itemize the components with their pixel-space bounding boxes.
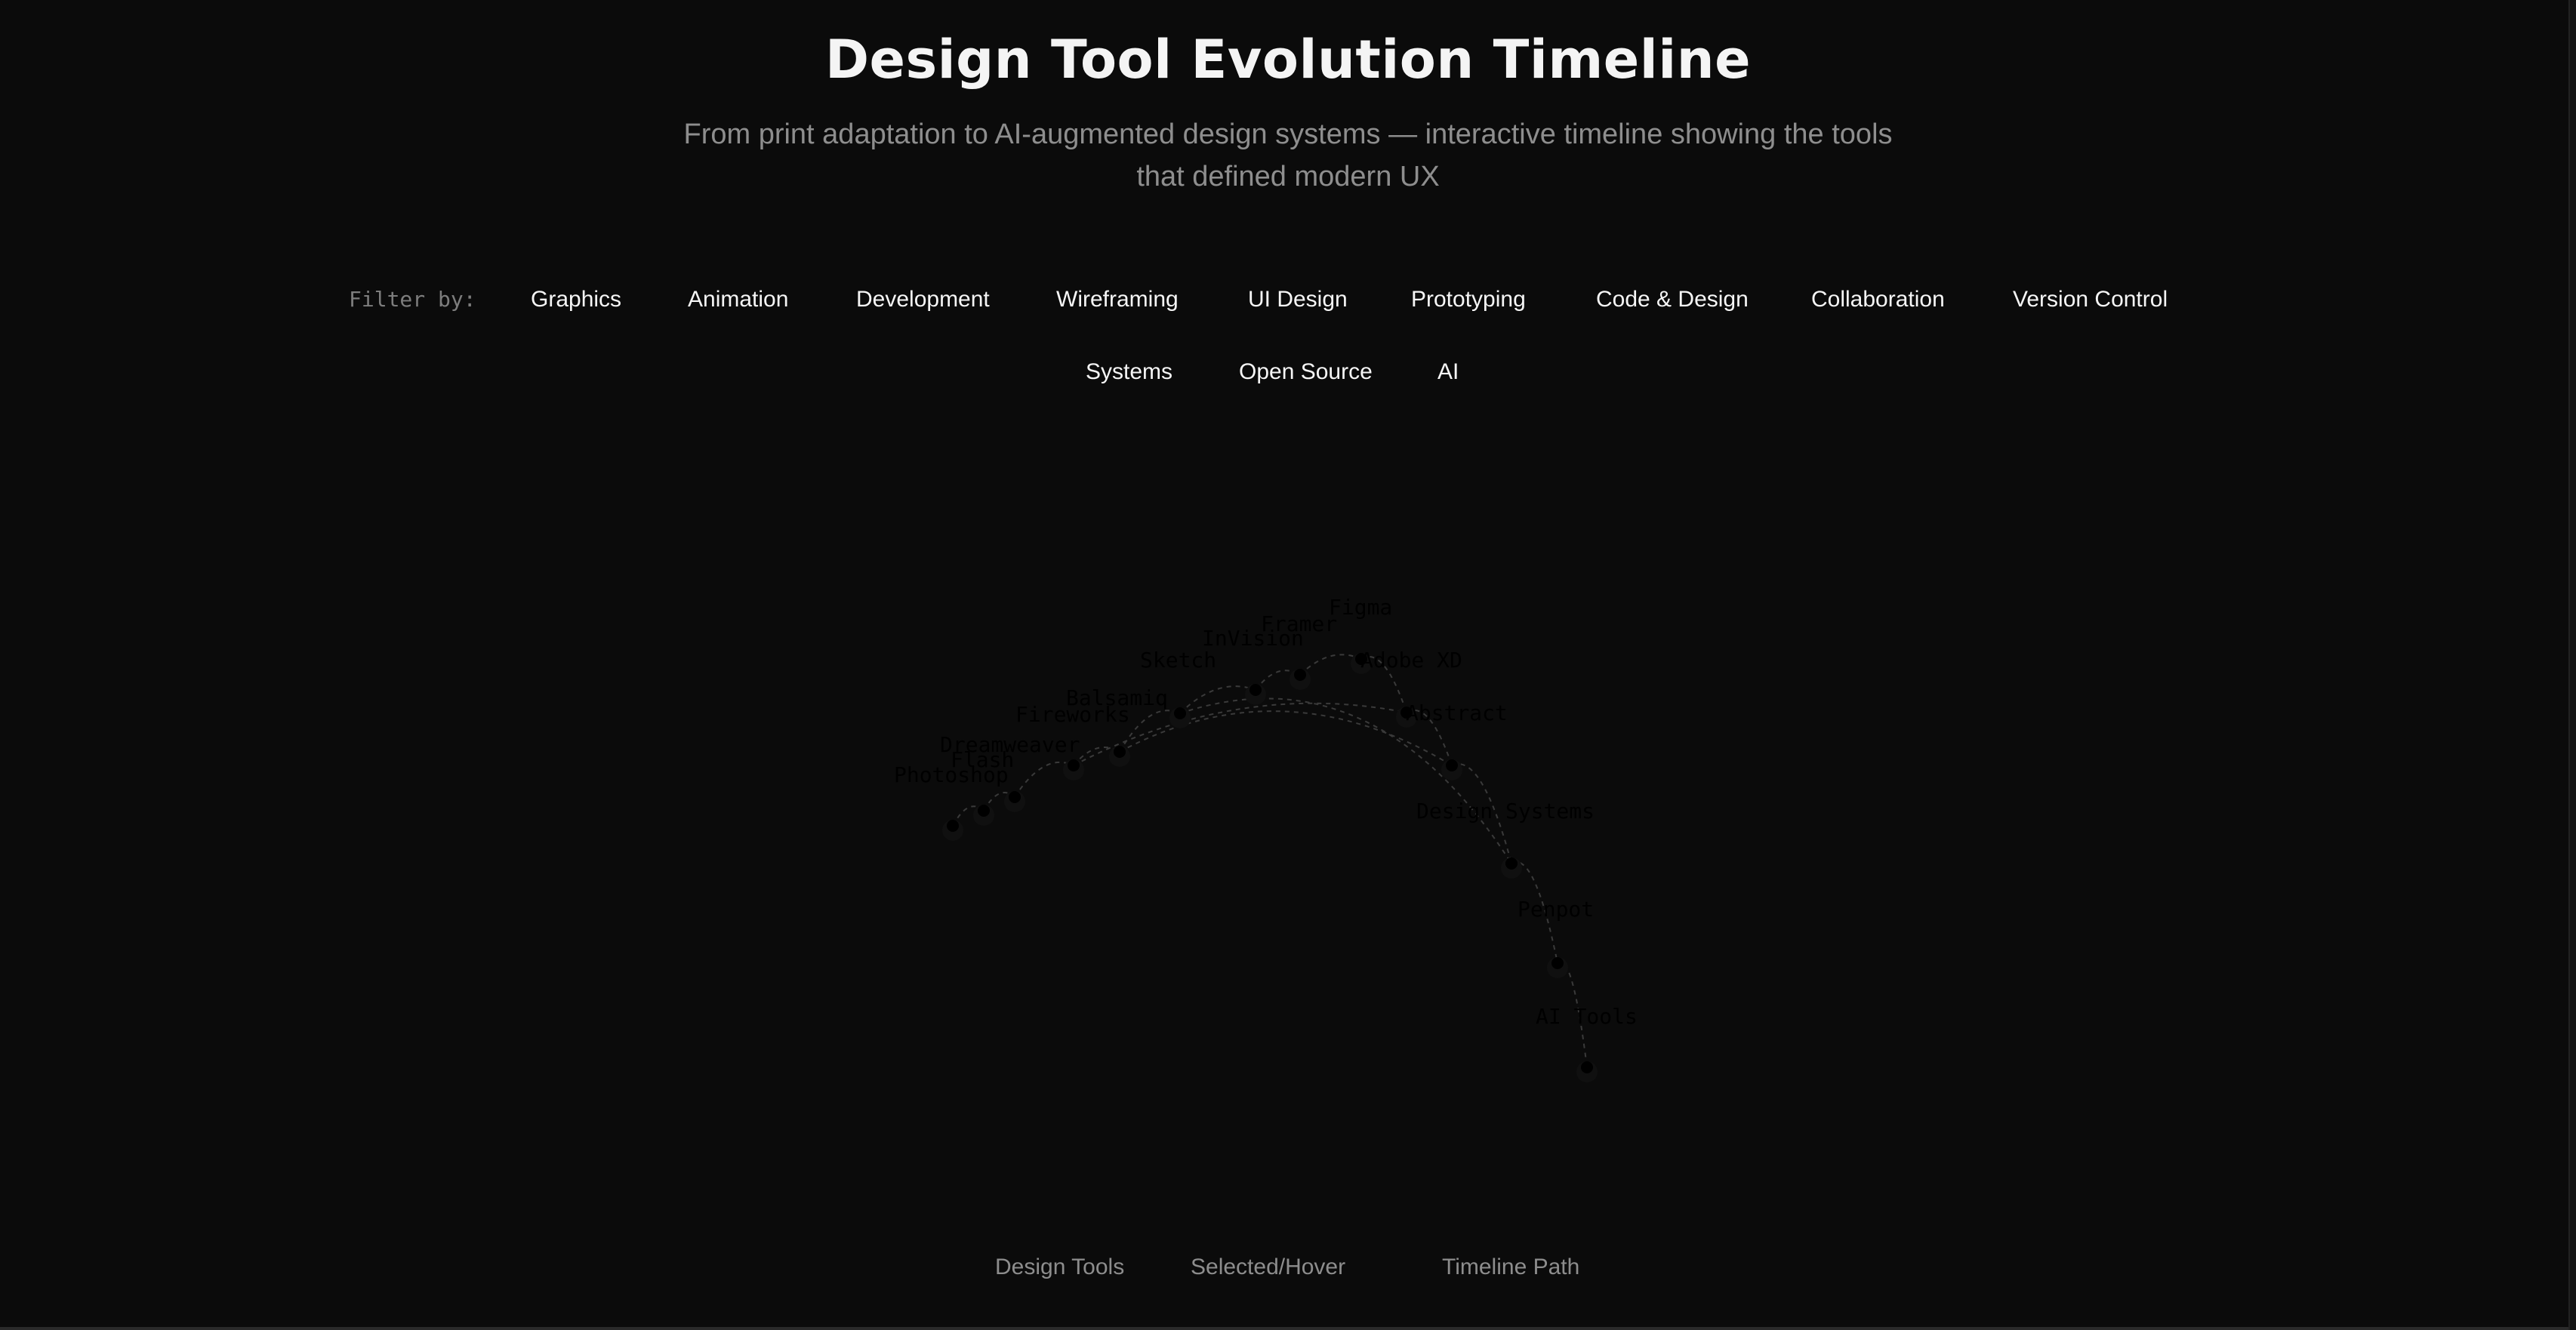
timeline-labels: PhotoshopFlashDreamweaverFireworksBalsam… (894, 595, 1638, 1029)
timeline-label-adobe-xd: Adobe XD (1360, 648, 1462, 673)
timeline-node-flash[interactable] (978, 805, 990, 817)
timeline-node-sketch[interactable] (1174, 707, 1186, 719)
timeline-label-dreamweaver: Dreamweaver (940, 732, 1080, 757)
timeline-node-abstract[interactable] (1446, 759, 1458, 771)
timeline-label-penpot: Penpot (1518, 897, 1594, 922)
timeline-label-sketch: Sketch (1140, 648, 1216, 673)
timeline-label-design-systems: Design Systems (1416, 799, 1595, 824)
timeline-label-framer: Framer (1261, 611, 1337, 636)
timeline-node-invision[interactable] (1249, 684, 1262, 696)
timeline-node-fireworks[interactable] (1068, 759, 1080, 771)
legend-design-tools: Design Tools (995, 1255, 1125, 1279)
legend-selected-hover: Selected/Hover (1191, 1255, 1346, 1279)
timeline-label-ai-tools: AI Tools (1536, 1004, 1638, 1029)
timeline-node-ai-tools[interactable] (1581, 1061, 1593, 1073)
legend-timeline-path: Timeline Path (1442, 1255, 1580, 1279)
timeline-diagram: PhotoshopFlashDreamweaverFireworksBalsam… (894, 595, 1638, 1082)
timeline-label-abstract: Abstract (1406, 700, 1508, 725)
timeline-label-figma: Figma (1329, 595, 1392, 620)
timeline-node-balsamiq[interactable] (1114, 746, 1126, 758)
timeline-node-design-systems[interactable] (1505, 857, 1518, 870)
timeline-node-penpot[interactable] (1551, 957, 1564, 969)
timeline-label-balsamiq: Balsamiq (1066, 685, 1168, 710)
timeline-node-dreamweaver[interactable] (1009, 791, 1021, 803)
timeline-node-framer[interactable] (1294, 669, 1306, 681)
timeline-node-photoshop[interactable] (947, 820, 959, 832)
